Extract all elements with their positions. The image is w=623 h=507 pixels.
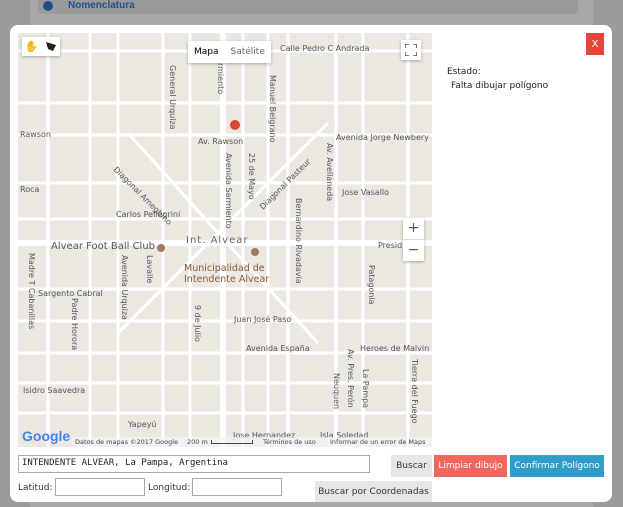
street-label: Avenida España [246,344,310,353]
street-label: Juan José Paso [234,315,292,324]
street-label: Sargento Cabral [38,289,103,298]
confirm-polygon-button[interactable]: Confirmar Polígono [510,455,604,477]
street-label: Avenida Jorge Newbery [336,133,429,142]
status-value: Falta dibujar polígono [451,81,549,91]
poi-label: Intendente Alvear [184,274,270,285]
zoom-out-button[interactable]: − [403,239,424,260]
clear-drawing-button[interactable]: Limpiar dibujo [434,455,507,477]
map[interactable]: Calle Pedro C Andrada Rawson Av. Rawson … [18,33,432,447]
terms-link[interactable]: Términos de uso [263,438,316,446]
poi-label: Alvear Foot Ball Club [51,241,156,252]
street-label: Calle Pedro C Andrada [280,44,370,53]
polygon-draw-icon[interactable] [41,37,60,56]
street-label: La Pampa [361,369,370,409]
street-label: Manuel Belgrano [268,75,277,143]
street-label: Lavalle [145,255,154,284]
zoom-in-button[interactable]: + [403,218,424,239]
street-label: Madre T Cabanillas [27,253,36,330]
street-label: Presid [378,241,403,250]
street-label: Yapeyú [128,420,157,429]
longitude-label: Longitud: [148,483,191,493]
scale-bar [211,440,253,444]
tab-mapa[interactable]: Mapa [188,47,225,57]
street-label: Av. Avellaneda [325,143,334,202]
street-label: Heroes de Malvin [360,344,430,353]
search-coordinates-button[interactable]: Buscar por Coordenadas [315,481,432,502]
plus-circle-icon [43,1,53,11]
search-button[interactable]: Buscar [391,455,432,477]
hand-icon[interactable]: ✋ [22,37,41,56]
street-label: Rawson [20,130,51,139]
poi-label: Municipalidad de [184,263,265,274]
zoom-control: + − [403,218,424,261]
status-label: Estado: [447,67,481,77]
map-type-control: Mapa Satélite [188,41,271,63]
street-label: Roca [20,185,40,194]
street-label: Bernardino Rivadavia [294,198,303,284]
street-label: 25 de Mayo [247,153,256,200]
drawing-tools: ✋ [22,37,60,56]
street-label: Padre Horora [70,298,79,351]
town-label: Int. Alvear [186,235,249,246]
map-data-attribution: Datos de mapas ©2017 Google [75,438,179,446]
latitude-input[interactable] [55,478,145,496]
street-label: Isidro Saavedra [23,386,86,395]
street-label: Avenida Sarmiento [224,153,233,229]
scale-label: 200 m [187,438,208,446]
street-label: Tierra del Fuego [410,359,419,424]
street-label: Av. Rawson [198,137,244,146]
street-label: Jose Vasallo [342,188,390,197]
background-section-title: Nomenclatura [68,0,135,11]
street-label: General Urquiza [168,65,177,130]
google-logo: Google [22,428,71,444]
street-label: Patagonia [367,265,376,305]
tab-satelite[interactable]: Satélite [225,47,271,57]
report-error-link[interactable]: Informar de un error de Maps [330,438,426,446]
street-label: Av. Pres. Perón [346,349,355,408]
close-button[interactable]: X [586,33,604,55]
address-input[interactable]: INTENDENTE ALVEAR, La Pampa, Argentina [18,455,370,473]
street-label: Avenida Urquiza [120,255,129,320]
street-label: 9 de Julio [193,305,202,342]
latitude-label: Latitud: [18,483,53,493]
fullscreen-button[interactable] [401,40,421,60]
fullscreen-icon [405,44,417,56]
street-label: Neuquen [332,373,341,410]
longitude-input[interactable] [192,478,282,496]
